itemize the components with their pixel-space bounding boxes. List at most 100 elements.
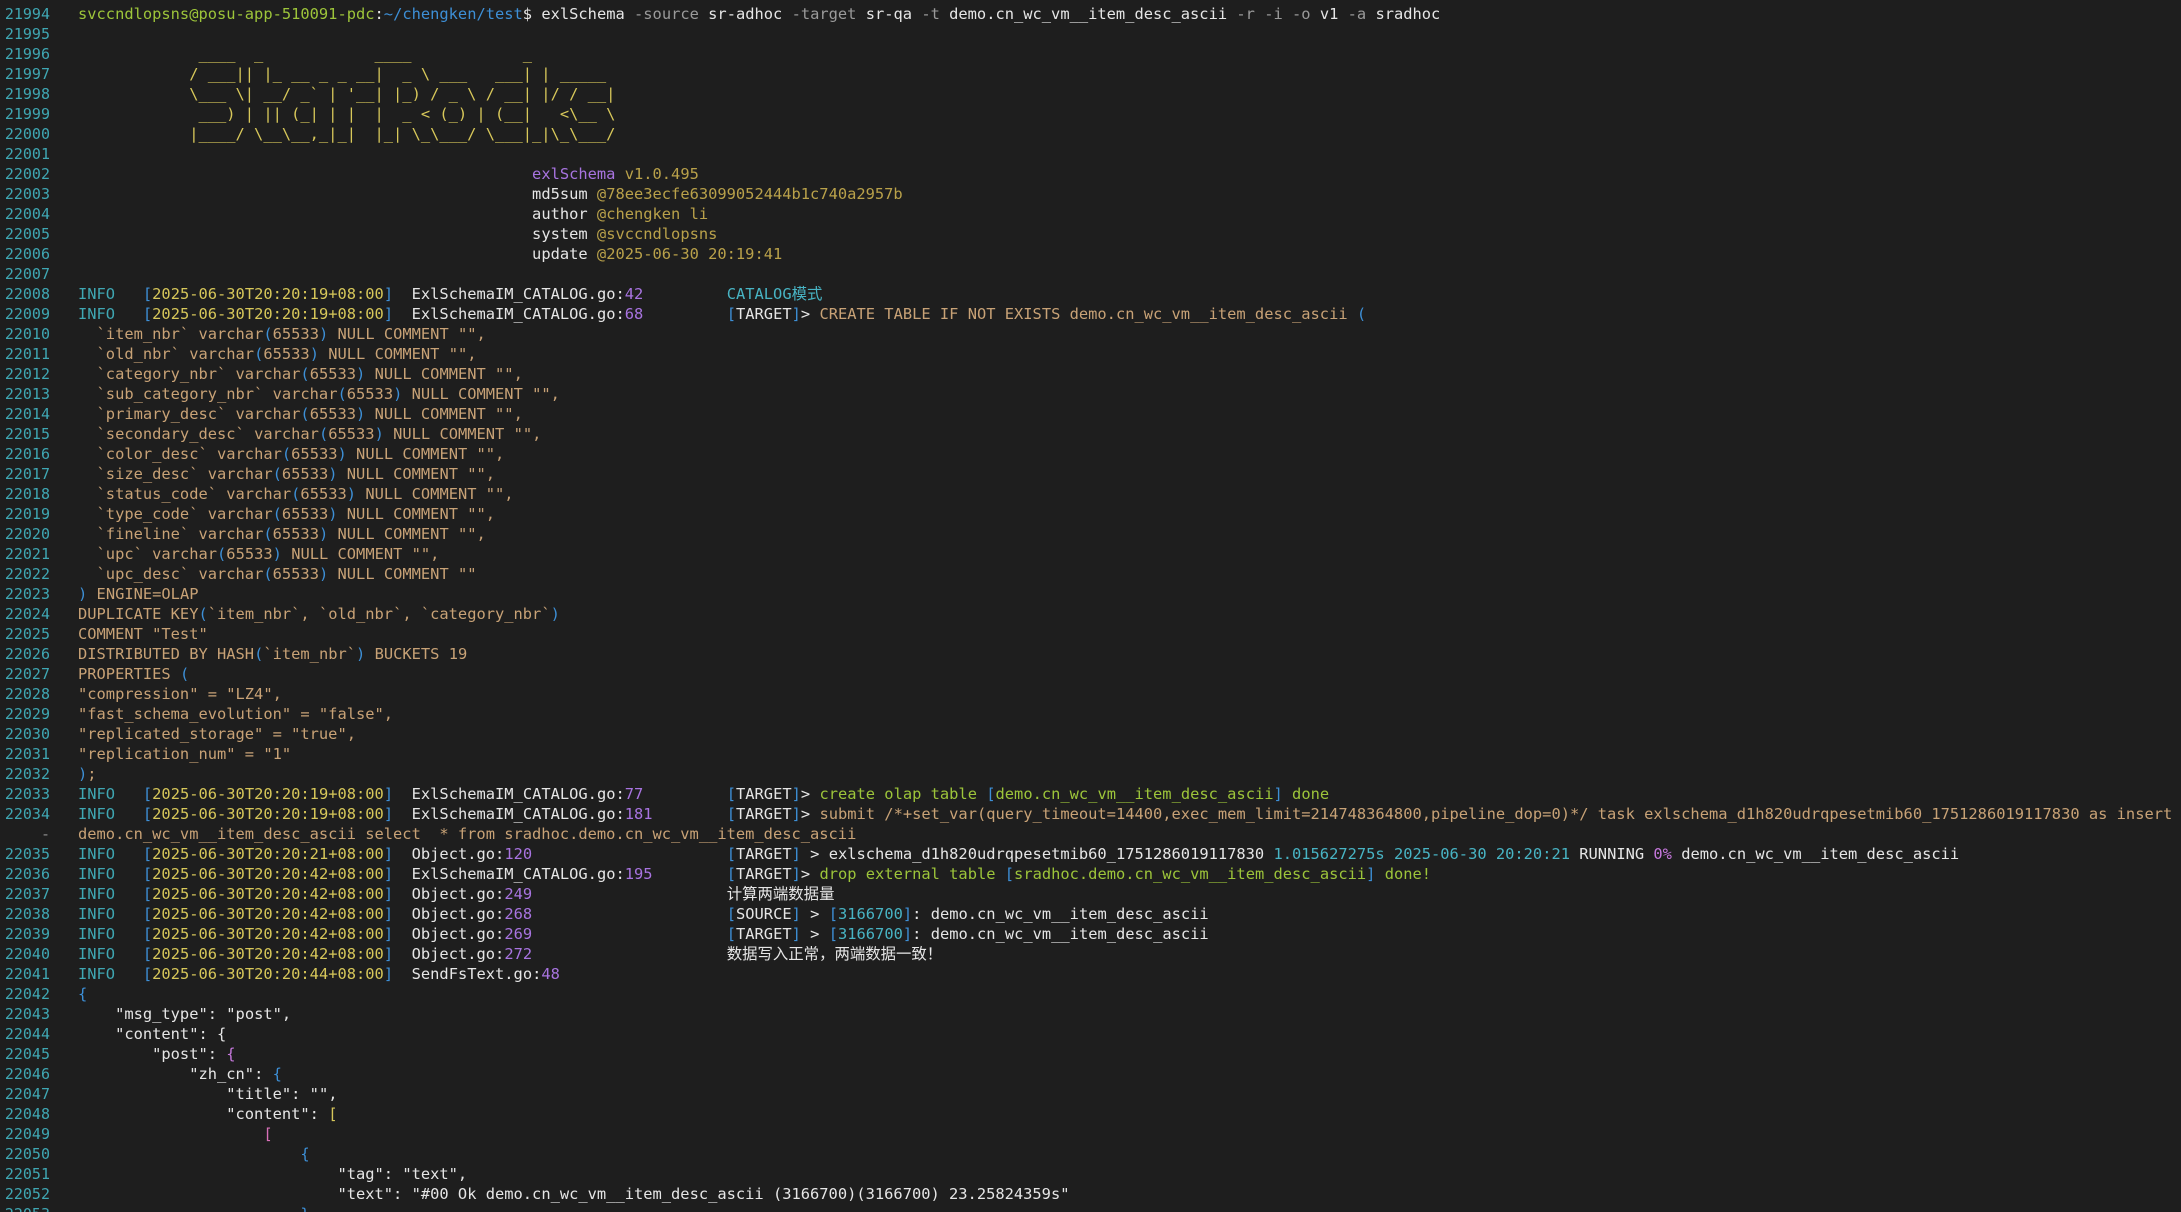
task-duration: 1.015627275s <box>1264 845 1385 863</box>
terminal-line: 22021 `upc` varchar(65533) NULL COMMENT … <box>0 544 2181 564</box>
command-arg: sr-qa <box>856 5 913 23</box>
ddl-column-name: `color_desc` <box>78 445 217 463</box>
text-segment: ( <box>254 345 264 363</box>
command-flag: -i <box>1254 5 1283 23</box>
log-level: INFO <box>78 925 116 943</box>
text-segment: PROPERTIES <box>78 665 180 683</box>
line-number: 22034 <box>4 805 50 823</box>
line-number: 21995 <box>4 25 50 43</box>
log-tag: SOURCE <box>736 905 792 923</box>
text-segment: ( <box>198 605 208 623</box>
line-number: 22012 <box>4 365 50 383</box>
text-segment: : <box>495 845 505 863</box>
log-message: done <box>1282 785 1330 803</box>
text-segment: [ <box>726 865 736 883</box>
text-segment: ( <box>1356 305 1367 323</box>
ddl-column-type: varchar <box>217 445 282 463</box>
text-segment <box>653 805 727 823</box>
ddl-column-name: `primary_desc` <box>78 405 236 423</box>
line-number: 21997 <box>4 65 50 83</box>
line-number: 22008 <box>4 285 50 303</box>
terminal-line: 22019 `type_code` varchar(65533) NULL CO… <box>0 504 2181 524</box>
text-segment: [ <box>986 785 996 803</box>
line-number: 22052 <box>4 1185 50 1203</box>
log-message: drop external table <box>819 865 1005 883</box>
terminal-line: 22034 INFO [2025-06-30T20:20:19+08:00] Ex… <box>0 804 2181 824</box>
json-value: "", <box>309 1085 338 1103</box>
line-number: 22032 <box>4 765 50 783</box>
line-number: 22018 <box>4 485 50 503</box>
text-segment: `item_nbr` <box>263 645 357 663</box>
line-number: 22004 <box>4 205 50 223</box>
ddl-column-type: varchar <box>207 465 273 483</box>
line-number: 22031 <box>4 745 50 763</box>
text-segment: [ <box>828 905 838 923</box>
terminal-window[interactable]: 21994 svccndlopsns@posu-app-510091-pdc:~/… <box>0 0 2181 1212</box>
terminal-line: 22026 DISTRIBUTED BY HASH(`item_nbr`) BUC… <box>0 644 2181 664</box>
log-entry: INFO [2025-06-30T20:20:42+08:00] Object.… <box>78 944 2181 964</box>
ddl-column: `primary_desc` varchar(65533) NULL COMME… <box>78 404 2181 424</box>
terminal-line: 22004 author @chengken li <box>0 204 2181 224</box>
text-segment: ) <box>272 545 282 563</box>
text-segment: { <box>272 1065 282 1083</box>
text-segment: : <box>309 1105 329 1123</box>
line-number: 22044 <box>4 1025 50 1043</box>
ascii-banner: |____/ \__\__,_|_| |_| \_\___/ \___|_|\_… <box>78 125 616 143</box>
text-segment <box>653 865 727 883</box>
line-number: 21999 <box>4 105 50 123</box>
log-level: INFO <box>78 285 116 303</box>
ascii-banner-line: \___ \| __/ _` | '__| |_) / _ \ / __| |/… <box>78 84 2181 104</box>
log-object: demo.cn_wc_vm__item_desc_ascii <box>995 785 1274 803</box>
terminal-line: 22022 `upc_desc` varchar(65533) NULL COM… <box>0 564 2181 584</box>
text-segment: ( <box>217 545 227 563</box>
terminal-line: 22038 INFO [2025-06-30T20:20:42+08:00] Ob… <box>0 904 2181 924</box>
text-segment: NULL COMMENT "", <box>337 465 496 483</box>
text-segment: ) <box>374 425 384 443</box>
line-number: 21994 <box>4 5 50 23</box>
terminal-line: 22042 { <box>0 984 2181 1004</box>
text-segment: ] <box>791 925 801 943</box>
log-timestamp: 2025-06-30T20:20:19+08:00 <box>152 785 384 803</box>
log-table: demo.cn_wc_vm__item_desc_ascii <box>930 905 1209 923</box>
json-key: "zh_cn" <box>78 1065 255 1083</box>
about-value: @2025-06-30 20:19:41 <box>587 245 783 263</box>
about-key: author <box>532 205 588 223</box>
text-segment: : <box>495 905 505 923</box>
text-segment: [ <box>115 285 153 303</box>
text-segment: [ <box>115 845 153 863</box>
text-segment: [ <box>726 905 736 923</box>
ddl-column-size: 65533 <box>272 525 319 543</box>
json-key: "content" <box>78 1025 199 1043</box>
ddl-column-size: 65533 <box>309 405 357 423</box>
task-table: demo.cn_wc_vm__item_desc_ascii <box>1671 845 1960 863</box>
terminal-line: 22012 `category_nbr` varchar(65533) NULL… <box>0 364 2181 384</box>
text-segment: ] <box>902 925 913 943</box>
ddl-column: `color_desc` varchar(65533) NULL COMMENT… <box>78 444 2181 464</box>
ddl-column: `item_nbr` varchar(65533) NULL COMMENT "… <box>78 324 2181 344</box>
terminal-line: 22035 INFO [2025-06-30T20:20:21+08:00] Ob… <box>0 844 2181 864</box>
terminal-line: 22017 `size_desc` varchar(65533) NULL CO… <box>0 464 2181 484</box>
line-number: 22041 <box>4 965 50 983</box>
text-segment: ] <box>383 945 412 963</box>
log-timestamp: 2025-06-30T20:20:21+08:00 <box>152 845 384 863</box>
json-value: "text", <box>402 1165 468 1183</box>
log-object: sradhoc.demo.cn_wc_vm__item_desc_ascii <box>1014 865 1367 883</box>
text-segment: { <box>217 1025 227 1043</box>
json-brace: { <box>78 985 88 1003</box>
json-line: "content": [ <box>78 1104 2181 1124</box>
text-segment: NULL COMMENT "", <box>402 385 560 403</box>
log-source-line: 77 <box>624 785 644 803</box>
text-segment: : <box>198 1025 218 1043</box>
terminal-line: 22009 INFO [2025-06-30T20:20:19+08:00] Ex… <box>0 304 2181 324</box>
ddl-column-type: varchar <box>254 425 319 443</box>
terminal-line: 22052 "text": "#00 Ok demo.cn_wc_vm__ite… <box>0 1184 2181 1204</box>
prompt-user-host: svccndlopsns@posu-app-510091-pdc <box>78 5 375 23</box>
terminal-line: 22046 "zh_cn": { <box>0 1064 2181 1084</box>
log-level: INFO <box>78 945 116 963</box>
line-number: 22030 <box>4 725 50 743</box>
terminal-line: 22006 update @2025-06-30 20:19:41 <box>0 244 2181 264</box>
terminal-line: 22023) ENGINE=OLAP <box>0 584 2181 604</box>
text-segment: > <box>800 305 820 323</box>
ddl-duplicate-key: `item_nbr`, `old_nbr`, `category_nbr` <box>207 605 551 623</box>
text-segment: [ <box>726 785 736 803</box>
